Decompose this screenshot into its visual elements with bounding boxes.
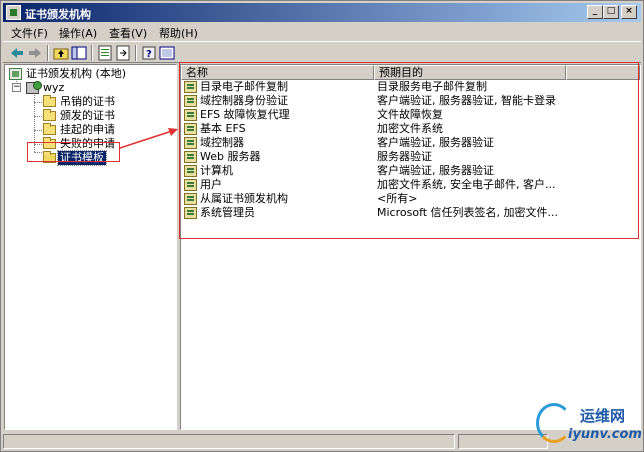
certificate-template-icon: [184, 123, 197, 135]
list-item[interactable]: 基本 EFS 加密文件系统: [181, 122, 640, 136]
certificate-template-icon: [184, 137, 197, 149]
watermark-logo: 运维网 iyunv.com: [532, 399, 642, 449]
certificate-template-icon: [184, 207, 197, 219]
list-item[interactable]: 目录电子邮件复制 目录服务电子邮件复制: [181, 80, 640, 94]
menu-file[interactable]: 文件(F): [11, 25, 48, 41]
show-tree-icon[interactable]: [71, 45, 87, 61]
close-button[interactable]: ×: [621, 5, 637, 19]
list-item[interactable]: 系统管理员 Microsoft 信任列表签名, 加密文件...: [181, 206, 640, 220]
folder-icon: [43, 109, 56, 121]
forward-arrow-icon[interactable]: [27, 45, 43, 61]
tree-line: [34, 144, 42, 145]
swirl-logo-icon: [536, 403, 572, 443]
list-item[interactable]: 域控制器 客户端验证, 服务器验证: [181, 136, 640, 150]
column-header-name[interactable]: 名称: [181, 65, 374, 80]
mmc-window: 证书颁发机构 _ □ × 文件(F) 操作(A) 查看(V) 帮助(H) ? 证…: [0, 0, 644, 452]
certificate-template-icon: [184, 81, 197, 93]
certificate-template-icon: [184, 193, 197, 205]
menu-bar: 文件(F) 操作(A) 查看(V) 帮助(H): [3, 23, 641, 41]
toolbar-separator: [47, 45, 49, 61]
watermark-text-top: 运维网: [580, 407, 626, 425]
list-item[interactable]: 用户 加密文件系统, 安全电子邮件, 客户...: [181, 178, 640, 192]
certificate-authority-icon: [6, 5, 21, 20]
column-header-purpose[interactable]: 预期目的: [374, 65, 566, 80]
status-pane-main: [3, 434, 455, 449]
console-tree[interactable]: 证书颁发机构 (本地) − wyz 吊销的证书 颁发的证书 挂起的申请 失败的申…: [4, 64, 177, 430]
menu-view[interactable]: 查看(V): [109, 25, 147, 41]
toolbar-separator: [135, 45, 137, 61]
folder-icon: [43, 95, 56, 107]
certificate-authority-icon: [9, 68, 22, 80]
watermark-text-bottom: iyunv.com: [568, 427, 642, 442]
folder-icon: [43, 123, 56, 135]
folder-icon: [43, 137, 56, 149]
certificate-template-icon: [184, 179, 197, 191]
list-item[interactable]: Web 服务器 服务器验证: [181, 150, 640, 164]
certificate-template-icon: [184, 151, 197, 163]
title-bar[interactable]: 证书颁发机构 _ □ ×: [3, 3, 641, 22]
collapse-toggle[interactable]: −: [12, 83, 21, 92]
list-item[interactable]: 计算机 客户端验证, 服务器验证: [181, 164, 640, 178]
open-folder-icon: [43, 151, 56, 163]
list-item[interactable]: EFS 故障恢复代理 文件故障恢复: [181, 108, 640, 122]
up-folder-icon[interactable]: [53, 45, 69, 61]
tree-line: [34, 102, 42, 103]
tree-line: [34, 130, 42, 131]
minimize-button[interactable]: _: [587, 5, 603, 19]
properties-icon[interactable]: [97, 45, 113, 61]
certificate-template-icon: [184, 109, 197, 121]
maximize-button[interactable]: □: [603, 5, 619, 19]
list-item[interactable]: 域控制器身份验证 客户端验证, 服务器验证, 智能卡登录: [181, 94, 640, 108]
menu-help[interactable]: 帮助(H): [159, 25, 198, 41]
certificate-template-icon: [184, 95, 197, 107]
svg-text:?: ?: [146, 49, 152, 60]
list-item[interactable]: 从属证书颁发机构 <所有>: [181, 192, 640, 206]
ca-server-icon: [26, 81, 42, 94]
certificate-template-icon: [184, 165, 197, 177]
back-arrow-icon[interactable]: [9, 45, 25, 61]
toolbar: ?: [3, 41, 641, 63]
column-header-filler: [566, 65, 640, 80]
tree-line: [34, 116, 42, 117]
help-icon[interactable]: ?: [141, 45, 157, 61]
result-list[interactable]: 名称 预期目的 目录电子邮件复制 目录服务电子邮件复制 域控制器身份验证 客户端…: [180, 64, 641, 430]
toolbar-separator: [91, 45, 93, 61]
tree-line: [34, 152, 42, 153]
window-title: 证书颁发机构: [25, 8, 91, 21]
menu-action[interactable]: 操作(A): [59, 25, 97, 41]
export-list-icon[interactable]: [115, 45, 131, 61]
console-icon[interactable]: [159, 45, 175, 61]
